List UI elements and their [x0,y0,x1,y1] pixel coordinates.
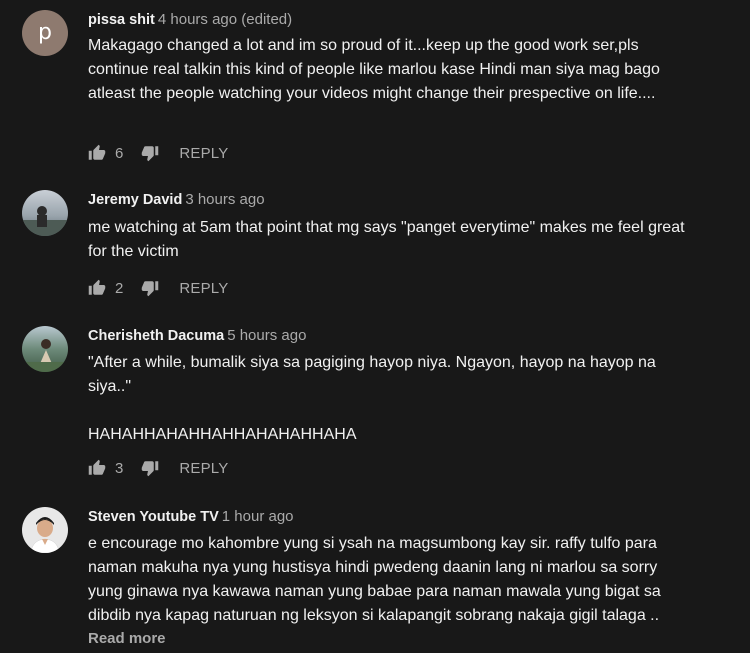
like-count: 6 [115,144,124,162]
comment-text: "After a while, bumalik siya sa pagiging… [88,354,656,443]
timestamp[interactable]: 3 hours ago [185,191,264,208]
read-more-link[interactable]: Read more [88,630,166,647]
thumbs-down-icon[interactable] [141,459,159,477]
timestamp[interactable]: 1 hour ago [222,508,294,525]
avatar[interactable] [22,507,68,553]
comment-header: Jeremy David 3 hours ago [88,191,265,209]
comment-thread-1: p pissa shit 4 hours ago (edited) Makagag… [0,0,750,175]
reply-button[interactable]: REPLY [179,145,228,162]
comment-actions: 6 REPLY [88,143,228,163]
timestamp[interactable]: 4 hours ago (edited) [158,11,292,28]
comment-actions: 2 REPLY [88,278,228,298]
author-name[interactable]: Jeremy David [88,192,182,208]
comment-thread-4: Steven Youtube TV 1 hour ago e encourage … [0,497,750,653]
thumbs-up-icon[interactable] [88,459,106,477]
avatar[interactable] [22,190,68,236]
author-name[interactable]: Cherisheth Dacuma [88,328,224,344]
comment-header: Cherisheth Dacuma 5 hours ago [88,327,306,345]
thumbs-down-icon[interactable] [141,279,159,297]
comment-header: Steven Youtube TV 1 hour ago [88,508,294,526]
timestamp[interactable]: 5 hours ago [227,327,306,344]
avatar[interactable] [22,326,68,372]
like-count: 2 [115,279,124,297]
author-name[interactable]: pissa shit [88,12,155,28]
comment-text: Makagago changed a lot and im so proud o… [88,37,660,102]
comment-header: pissa shit 4 hours ago (edited) [88,11,292,29]
comment-thread-2: Jeremy David 3 hours ago me watching at 5… [0,180,750,305]
thumbs-up-icon[interactable] [88,279,106,297]
thumbs-down-icon[interactable] [141,144,159,162]
comment-text: e encourage mo kahombre yung si ysah na … [88,535,661,624]
avatar[interactable]: p [22,10,68,56]
author-name[interactable]: Steven Youtube TV [88,509,219,525]
comment-thread-3: Cherisheth Dacuma 5 hours ago "After a wh… [0,316,750,486]
reply-button[interactable]: REPLY [179,280,228,297]
thumbs-up-icon[interactable] [88,144,106,162]
comment-text: me watching at 5am that point that mg sa… [88,219,685,260]
reply-button[interactable]: REPLY [179,460,228,477]
like-count: 3 [115,459,124,477]
comment-actions: 3 REPLY [88,458,228,478]
